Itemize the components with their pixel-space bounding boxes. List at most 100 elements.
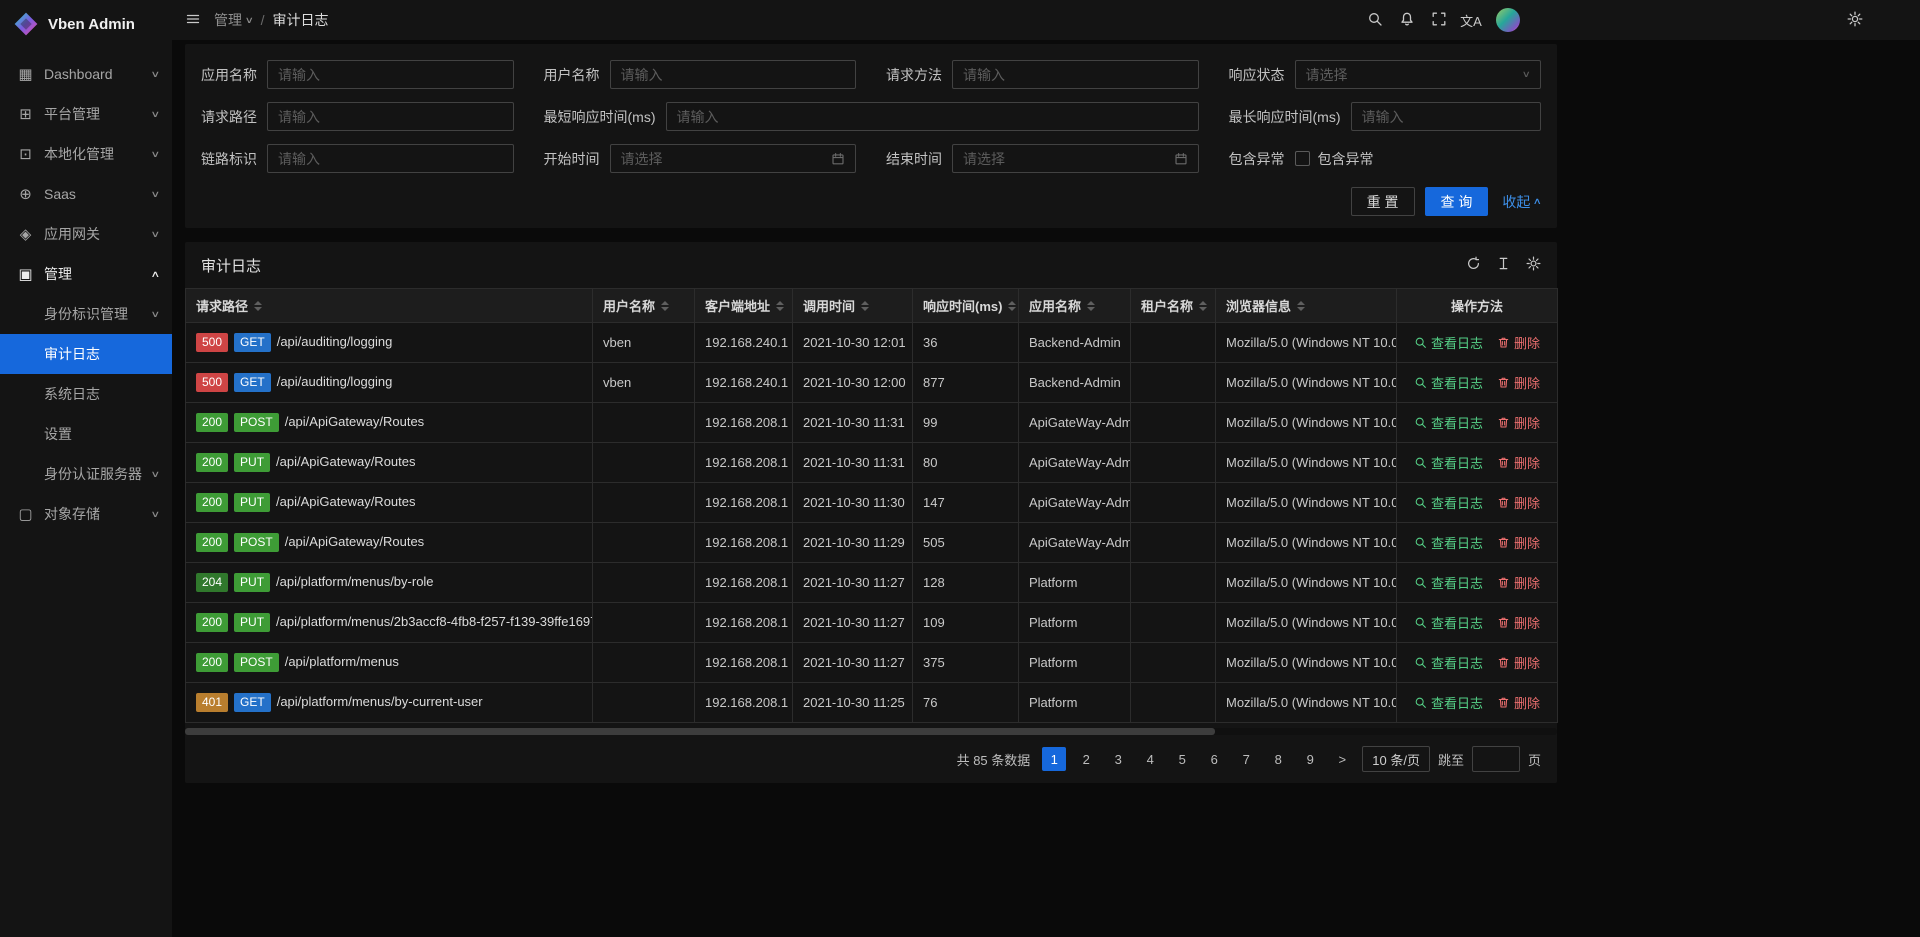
- sidebar-item-object-storage[interactable]: ▢对象存储∨: [0, 494, 172, 534]
- jump-page-input[interactable]: [1472, 746, 1520, 772]
- view-log-button[interactable]: 查看日志: [1414, 453, 1483, 472]
- view-log-button[interactable]: 查看日志: [1414, 653, 1483, 672]
- request-path: /api/ApiGateway/Routes: [285, 414, 424, 429]
- filter-date-end-time[interactable]: 请选择: [952, 144, 1199, 173]
- refresh-button[interactable]: [1466, 256, 1481, 274]
- view-log-button[interactable]: 查看日志: [1414, 373, 1483, 392]
- delete-button[interactable]: 删除: [1497, 453, 1540, 472]
- page-button-6[interactable]: 6: [1202, 747, 1226, 771]
- pagination-total: 共 85 条数据: [957, 750, 1031, 769]
- view-log-button[interactable]: 查看日志: [1414, 613, 1483, 632]
- column-header-browser[interactable]: 浏览器信息: [1216, 289, 1397, 323]
- sidebar-item-identity[interactable]: 身份标识管理∨: [0, 294, 172, 334]
- sidebar-item-settings[interactable]: 设置: [0, 414, 172, 454]
- request-path: /api/auditing/logging: [277, 334, 393, 349]
- delete-button[interactable]: 删除: [1497, 653, 1540, 672]
- sidebar-item-localization[interactable]: ⊡本地化管理∨: [0, 134, 172, 174]
- delete-button[interactable]: 删除: [1497, 573, 1540, 592]
- delete-button[interactable]: 删除: [1497, 693, 1540, 712]
- filter-input-max-response-time[interactable]: [1351, 102, 1542, 131]
- query-button[interactable]: 查 询: [1425, 187, 1489, 216]
- delete-button[interactable]: 删除: [1497, 373, 1540, 392]
- column-header-tenant[interactable]: 租户名称: [1131, 289, 1216, 323]
- page-button-1[interactable]: 1: [1042, 747, 1066, 771]
- filter-select-response-status[interactable]: 请选择∨: [1295, 60, 1542, 89]
- column-settings-button[interactable]: [1526, 256, 1541, 274]
- view-log-button[interactable]: 查看日志: [1414, 333, 1483, 352]
- next-page-button[interactable]: >: [1330, 747, 1354, 771]
- filter-input-min-response-time[interactable]: [666, 102, 1199, 131]
- page-size-select[interactable]: 10 条/页: [1362, 746, 1430, 772]
- delete-button[interactable]: 删除: [1497, 413, 1540, 432]
- sidebar-item-saas[interactable]: ⊕Saas∨: [0, 174, 172, 214]
- filter-date-start-time[interactable]: 请选择: [610, 144, 857, 173]
- view-log-button[interactable]: 查看日志: [1414, 693, 1483, 712]
- column-header-client[interactable]: 客户端地址: [695, 289, 793, 323]
- sidebar-item-platform[interactable]: ⊞平台管理∨: [0, 94, 172, 134]
- settings-button[interactable]: [1840, 0, 1870, 40]
- search-button[interactable]: [1360, 0, 1390, 40]
- actions-cell: 查看日志删除: [1397, 603, 1558, 643]
- sort-icon[interactable]: [254, 301, 262, 311]
- view-log-button[interactable]: 查看日志: [1414, 573, 1483, 592]
- sidebar-item-management[interactable]: ▣管理∧: [0, 254, 172, 294]
- filter-input-request-method[interactable]: [952, 60, 1199, 89]
- column-header-app[interactable]: 应用名称: [1019, 289, 1131, 323]
- sidebar-item-audit-log[interactable]: 审计日志: [0, 334, 172, 374]
- delete-button[interactable]: 删除: [1497, 613, 1540, 632]
- page-button-5[interactable]: 5: [1170, 747, 1194, 771]
- view-log-button[interactable]: 查看日志: [1414, 533, 1483, 552]
- delete-button[interactable]: 删除: [1497, 333, 1540, 352]
- sort-icon[interactable]: [1199, 301, 1207, 311]
- chevron-down-icon: ∨: [151, 109, 161, 120]
- view-log-button[interactable]: 查看日志: [1414, 413, 1483, 432]
- actions-cell: 查看日志删除: [1397, 323, 1558, 363]
- sort-icon[interactable]: [861, 301, 869, 311]
- column-height-button[interactable]: [1496, 256, 1511, 274]
- sort-icon[interactable]: [1008, 301, 1016, 311]
- client-address-cell: 192.168.208.1: [695, 403, 793, 443]
- sidebar-item-auth-server[interactable]: 身份认证服务器∨: [0, 454, 172, 494]
- breadcrumb-parent[interactable]: 管理 ∨: [214, 10, 253, 30]
- sidebar-collapse-button[interactable]: [178, 0, 208, 40]
- collapse-link[interactable]: 收起 ∧: [1502, 192, 1541, 212]
- notifications-button[interactable]: [1392, 0, 1422, 40]
- user-avatar[interactable]: [1496, 8, 1520, 32]
- fullscreen-button[interactable]: [1424, 0, 1454, 40]
- page-button-4[interactable]: 4: [1138, 747, 1162, 771]
- filter-input-request-path[interactable]: [267, 102, 514, 131]
- sort-icon[interactable]: [776, 301, 784, 311]
- filter-input-app-name[interactable]: [267, 60, 514, 89]
- sort-icon[interactable]: [1087, 301, 1095, 311]
- search-icon: [1367, 11, 1383, 30]
- table-row: 200POST/api/ApiGateway/Routes 192.168.20…: [186, 403, 1558, 443]
- page-button-9[interactable]: 9: [1298, 747, 1322, 771]
- delete-button[interactable]: 删除: [1497, 493, 1540, 512]
- column-header-path[interactable]: 请求路径: [186, 289, 593, 323]
- column-header-ms[interactable]: 响应时间(ms): [913, 289, 1019, 323]
- page-button-3[interactable]: 3: [1106, 747, 1130, 771]
- language-button[interactable]: 文A: [1456, 0, 1486, 40]
- logo[interactable]: Vben Admin: [0, 0, 172, 48]
- client-address-cell: 192.168.208.1: [695, 443, 793, 483]
- include-exception-checkbox[interactable]: [1295, 151, 1310, 166]
- column-header-time[interactable]: 调用时间: [793, 289, 913, 323]
- browser-info-cell: Mozilla/5.0 (Windows NT 10.0; Win: [1216, 323, 1397, 363]
- filter-input-trace-id[interactable]: [267, 144, 514, 173]
- table-row: 200POST/api/ApiGateway/Routes 192.168.20…: [186, 523, 1558, 563]
- delete-button[interactable]: 删除: [1497, 533, 1540, 552]
- reset-button[interactable]: 重 置: [1351, 187, 1415, 216]
- sidebar-item-system-log[interactable]: 系统日志: [0, 374, 172, 414]
- sort-icon[interactable]: [1297, 301, 1305, 311]
- column-header-user[interactable]: 用户名称: [593, 289, 695, 323]
- page-button-2[interactable]: 2: [1074, 747, 1098, 771]
- sort-icon[interactable]: [661, 301, 669, 311]
- horizontal-scrollbar[interactable]: [185, 728, 1557, 735]
- view-log-button[interactable]: 查看日志: [1414, 493, 1483, 512]
- page-button-7[interactable]: 7: [1234, 747, 1258, 771]
- filter-input-user-name[interactable]: [610, 60, 857, 89]
- page-button-8[interactable]: 8: [1266, 747, 1290, 771]
- scrollbar-thumb[interactable]: [185, 728, 1215, 735]
- sidebar-item-dashboard[interactable]: ▦Dashboard∨: [0, 54, 172, 94]
- sidebar-item-gateway[interactable]: ◈应用网关∨: [0, 214, 172, 254]
